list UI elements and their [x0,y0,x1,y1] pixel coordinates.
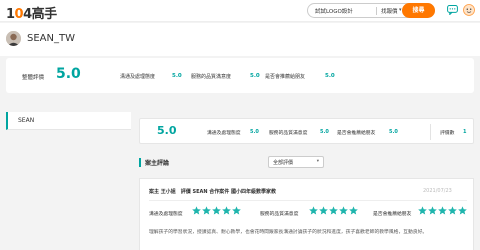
metric-value: 5.0 [325,73,335,79]
review-body: 理解孩子的學習狀況，授課認真、耐心教學，也會花時間跟家長溝通討論孩子的狀況和進度… [149,230,428,235]
profile-header: SEAN_TW [0,23,480,56]
metric-label: 是否會推薦給朋友 [337,131,376,136]
logo-prefix: 1 [6,7,15,22]
review-count-label: 評價數 [440,131,455,136]
star-rating [192,206,241,215]
sort-label: 全部評價 [273,160,294,166]
search-button[interactable]: 搜尋 [402,3,435,18]
overall-rating-value: 5.0 [56,66,81,82]
metric-value: 5.0 [389,129,398,135]
service-rating-value: 5.0 [157,124,177,137]
star-icon [202,206,211,215]
metric-value: 5.0 [320,129,329,135]
star-icon [339,206,348,215]
search-divider [376,7,377,15]
star-icon [349,206,358,215]
avatar-image [6,31,21,46]
metric-value: 5.0 [250,129,259,135]
star-icon [418,206,427,215]
chevron-down-icon: ▾ [316,159,319,164]
star-icon [438,206,447,215]
search-type-select[interactable]: 找報價 [381,7,398,15]
metric-label: 溝通及處理態度 [120,74,156,80]
star-icon [448,206,457,215]
divider [149,200,467,201]
star-icon [458,206,467,215]
star-icon [192,206,201,215]
review-date: 2021/07/23 [423,188,452,194]
star-icon [212,206,221,215]
rating-label: 溝通及處理態度 [149,212,183,217]
star-rating [418,206,467,215]
metric-label: 溝通及處理態度 [207,131,241,136]
profile-name: SEAN_TW [27,33,75,44]
avatar[interactable] [6,31,21,46]
review-count-value: 1 [463,129,467,135]
user-avatar-icon[interactable] [463,4,475,16]
review-header: 案主 王小姐 評價 SEAN 合作案件 國小四年級數學家教 [149,189,277,195]
metric-label: 是否會推薦給朋友 [265,74,306,80]
rating-label: 服務的品質滿意度 [260,212,299,217]
rating-summary-card: 整體評價 5.0 溝通及處理態度 5.0 服務的品質滿意度 5.0 是否會推薦給… [6,58,474,93]
rating-label: 是否會推薦給朋友 [373,212,412,217]
sidebar-item-label: SEAN [18,117,35,124]
service-stats-card: 5.0 溝通及處理態度 5.0 服務的品質滿意度 5.0 是否會推薦給朋友 5.… [139,118,474,144]
section-accent-bar [139,158,141,167]
star-icon [222,206,231,215]
logo-zero: 0 [14,7,24,22]
reviews-title: 案主評論 [145,160,170,167]
site-logo[interactable]: 104高手 [6,3,57,22]
metric-label: 服務的品質滿意度 [269,131,308,136]
star-icon [309,206,318,215]
star-icon [319,206,328,215]
top-navbar: 104高手 試試LOGO設計 找報價 ▾ 搜尋 [0,0,480,22]
star-icon [232,206,241,215]
search-input[interactable]: 試試LOGO設計 [315,7,353,15]
star-rating [309,206,358,215]
metric-value: 5.0 [250,73,260,79]
logo-suffix: 4高手 [23,7,57,22]
review-sort-select[interactable]: 全部評價 ▾ [268,156,324,168]
metric-label: 服務的品質滿意度 [191,74,232,80]
overall-rating-label: 整體評價 [22,75,45,81]
star-icon [329,206,338,215]
star-icon [428,206,437,215]
review-card: 案主 王小姐 評價 SEAN 合作案件 國小四年級數學家教 2021/07/23… [139,178,474,250]
chat-icon[interactable] [447,5,458,15]
metric-value: 5.0 [172,73,182,79]
divider [430,124,431,140]
sidebar-item-sean[interactable]: SEAN [6,112,131,130]
